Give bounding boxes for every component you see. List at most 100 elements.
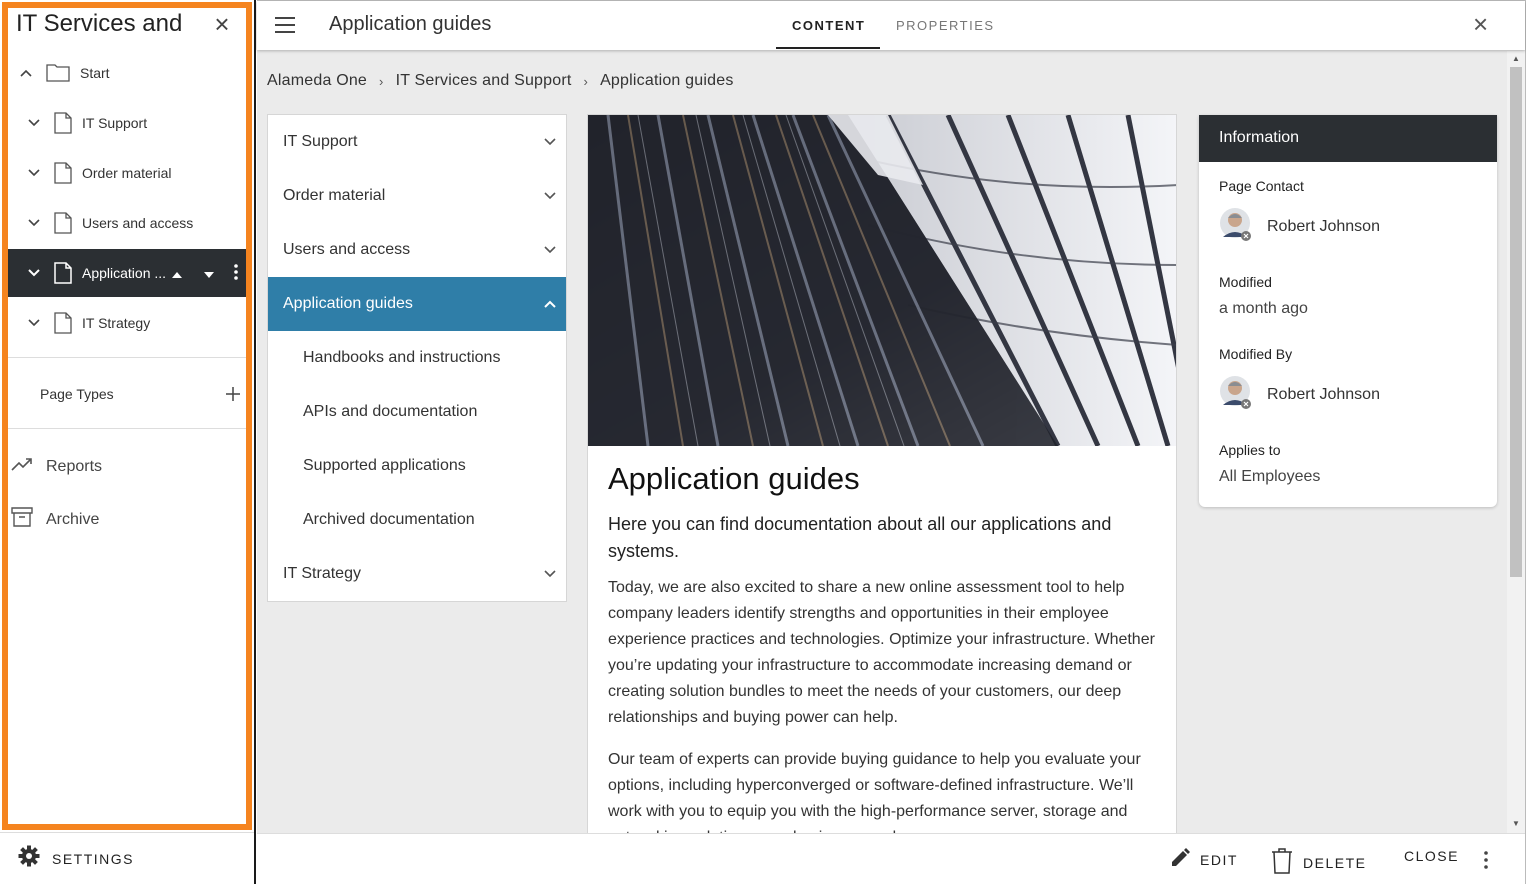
edit-label: EDIT [1200, 851, 1238, 868]
more-vert-icon[interactable] [1484, 851, 1488, 874]
chevron-right-icon: › [379, 73, 384, 89]
gear-icon [18, 845, 40, 872]
scrollbar-thumb[interactable] [1510, 67, 1522, 577]
divider [8, 428, 249, 429]
nav-label: Reports [46, 457, 103, 475]
document-icon [54, 112, 72, 134]
tree-item-label: Application ... [82, 265, 167, 281]
section-nav-subitem[interactable]: Supported applications [268, 439, 566, 493]
section-nav-label: Users and access [283, 241, 411, 258]
menu-icon[interactable] [275, 17, 295, 33]
chevron-down-icon[interactable] [26, 315, 42, 331]
tree-item-label: Users and access [82, 215, 194, 231]
chevron-down-icon[interactable] [544, 565, 556, 583]
section-nav-item[interactable]: IT Strategy [268, 547, 566, 601]
chevron-down-icon[interactable] [26, 215, 42, 231]
tab-content[interactable]: CONTENT [792, 18, 865, 33]
more-vert-icon[interactable] [234, 263, 238, 283]
settings-button[interactable]: SETTINGS [0, 832, 254, 884]
article-lead: Here you can find documentation about al… [608, 514, 1112, 561]
applies-to-value: All Employees [1219, 468, 1321, 485]
chevron-down-icon[interactable] [544, 133, 556, 151]
tree-item-it-support[interactable]: IT Support [8, 99, 249, 147]
page-contact-label: Page Contact [1219, 178, 1304, 194]
breadcrumb-item[interactable]: IT Services and Support [396, 72, 572, 90]
bottom-bar: EDIT DELETE CLOSE [257, 833, 1525, 884]
archive-icon [10, 506, 34, 533]
chevron-up-icon[interactable] [544, 295, 556, 313]
section-nav: IT Support Order material Users and acce… [267, 114, 567, 602]
tree-item-label: Order material [82, 165, 172, 181]
hero-image [588, 115, 1176, 446]
applies-to-label: Applies to [1219, 442, 1281, 458]
scrollbar[interactable]: ▲ ▼ [1507, 51, 1525, 833]
move-up-icon[interactable] [172, 265, 183, 281]
avatar [1219, 207, 1253, 246]
add-icon[interactable] [225, 386, 241, 407]
modified-value: a month ago [1219, 300, 1308, 317]
section-nav-label: Order material [283, 187, 386, 204]
section-nav-label: APIs and documentation [303, 403, 478, 420]
chevron-down-icon[interactable] [26, 115, 42, 131]
scroll-down-icon[interactable]: ▼ [1512, 819, 1520, 828]
section-nav-subitem[interactable]: Archived documentation [268, 493, 566, 547]
section-nav-label: IT Support [283, 133, 358, 150]
breadcrumb-item[interactable]: Application guides [600, 72, 733, 90]
chevron-up-icon[interactable] [18, 65, 34, 81]
tree-item-order-material[interactable]: Order material [8, 149, 249, 197]
chevron-down-icon[interactable] [26, 265, 42, 281]
close-icon[interactable]: × [211, 11, 233, 37]
tree-item-application-guides[interactable]: Application ... [8, 249, 249, 297]
move-down-icon[interactable] [204, 265, 215, 281]
document-icon [54, 312, 72, 334]
breadcrumb-item[interactable]: Alameda One [267, 72, 367, 90]
nav-archive[interactable]: Archive [10, 506, 99, 533]
information-header: Information [1199, 115, 1497, 162]
tree-item-users-and-access[interactable]: Users and access [8, 199, 249, 247]
section-nav-label: IT Strategy [283, 565, 361, 582]
trending-icon [10, 456, 34, 477]
modified-by-name: Robert Johnson [1267, 385, 1380, 403]
chevron-down-icon[interactable] [544, 241, 556, 259]
tree-item-start[interactable]: Start [8, 49, 249, 97]
tree-item-label: Start [80, 65, 110, 81]
information-card: Information Page Contact Robert Johnson … [1199, 115, 1497, 507]
section-nav-label: Archived documentation [303, 511, 475, 528]
modified-by[interactable]: Robert Johnson [1219, 375, 1380, 414]
tree-item-it-strategy[interactable]: IT Strategy [8, 299, 249, 347]
section-nav-subitem[interactable]: APIs and documentation [268, 385, 566, 439]
close-button[interactable]: CLOSE [1404, 848, 1459, 864]
folder-icon [46, 62, 70, 84]
section-nav-label: Application guides [283, 295, 413, 312]
avatar [1219, 375, 1253, 414]
section-nav-item[interactable]: Users and access [268, 223, 566, 277]
page-types-label: Page Types [40, 386, 114, 402]
section-nav-item[interactable]: Order material [268, 169, 566, 223]
section-nav-label: Supported applications [303, 457, 466, 474]
contact-name: Robert Johnson [1267, 217, 1380, 235]
section-nav-label: Handbooks and instructions [303, 349, 501, 366]
article-paragraph: Today, we are also excited to share a ne… [608, 579, 1155, 726]
trash-icon [1271, 848, 1293, 877]
scroll-up-icon[interactable]: ▲ [1512, 54, 1520, 63]
page-title: Application guides [329, 13, 492, 35]
chevron-down-icon[interactable] [26, 165, 42, 181]
top-bar: Application guides CONTENT PROPERTIES × [257, 1, 1525, 50]
nav-reports[interactable]: Reports [10, 456, 102, 477]
main-panel: Application guides CONTENT PROPERTIES × … [257, 0, 1526, 884]
close-label: CLOSE [1404, 848, 1459, 864]
page-contact[interactable]: Robert Johnson [1219, 207, 1380, 246]
settings-label: SETTINGS [52, 850, 135, 867]
tab-properties[interactable]: PROPERTIES [896, 18, 995, 33]
chevron-down-icon[interactable] [544, 187, 556, 205]
edit-button[interactable]: EDIT [1170, 848, 1238, 871]
section-nav-subitem[interactable]: Handbooks and instructions [268, 331, 566, 385]
section-nav-item-active[interactable]: Application guides [268, 277, 566, 331]
tree-item-label: IT Support [82, 115, 148, 131]
breadcrumb: Alameda One › IT Services and Support › … [267, 72, 734, 90]
nav-label: Archive [46, 510, 100, 528]
delete-button[interactable]: DELETE [1271, 848, 1366, 877]
modified-by-label: Modified By [1219, 346, 1293, 362]
section-nav-item[interactable]: IT Support [268, 115, 566, 169]
close-icon[interactable]: × [1473, 11, 1488, 37]
